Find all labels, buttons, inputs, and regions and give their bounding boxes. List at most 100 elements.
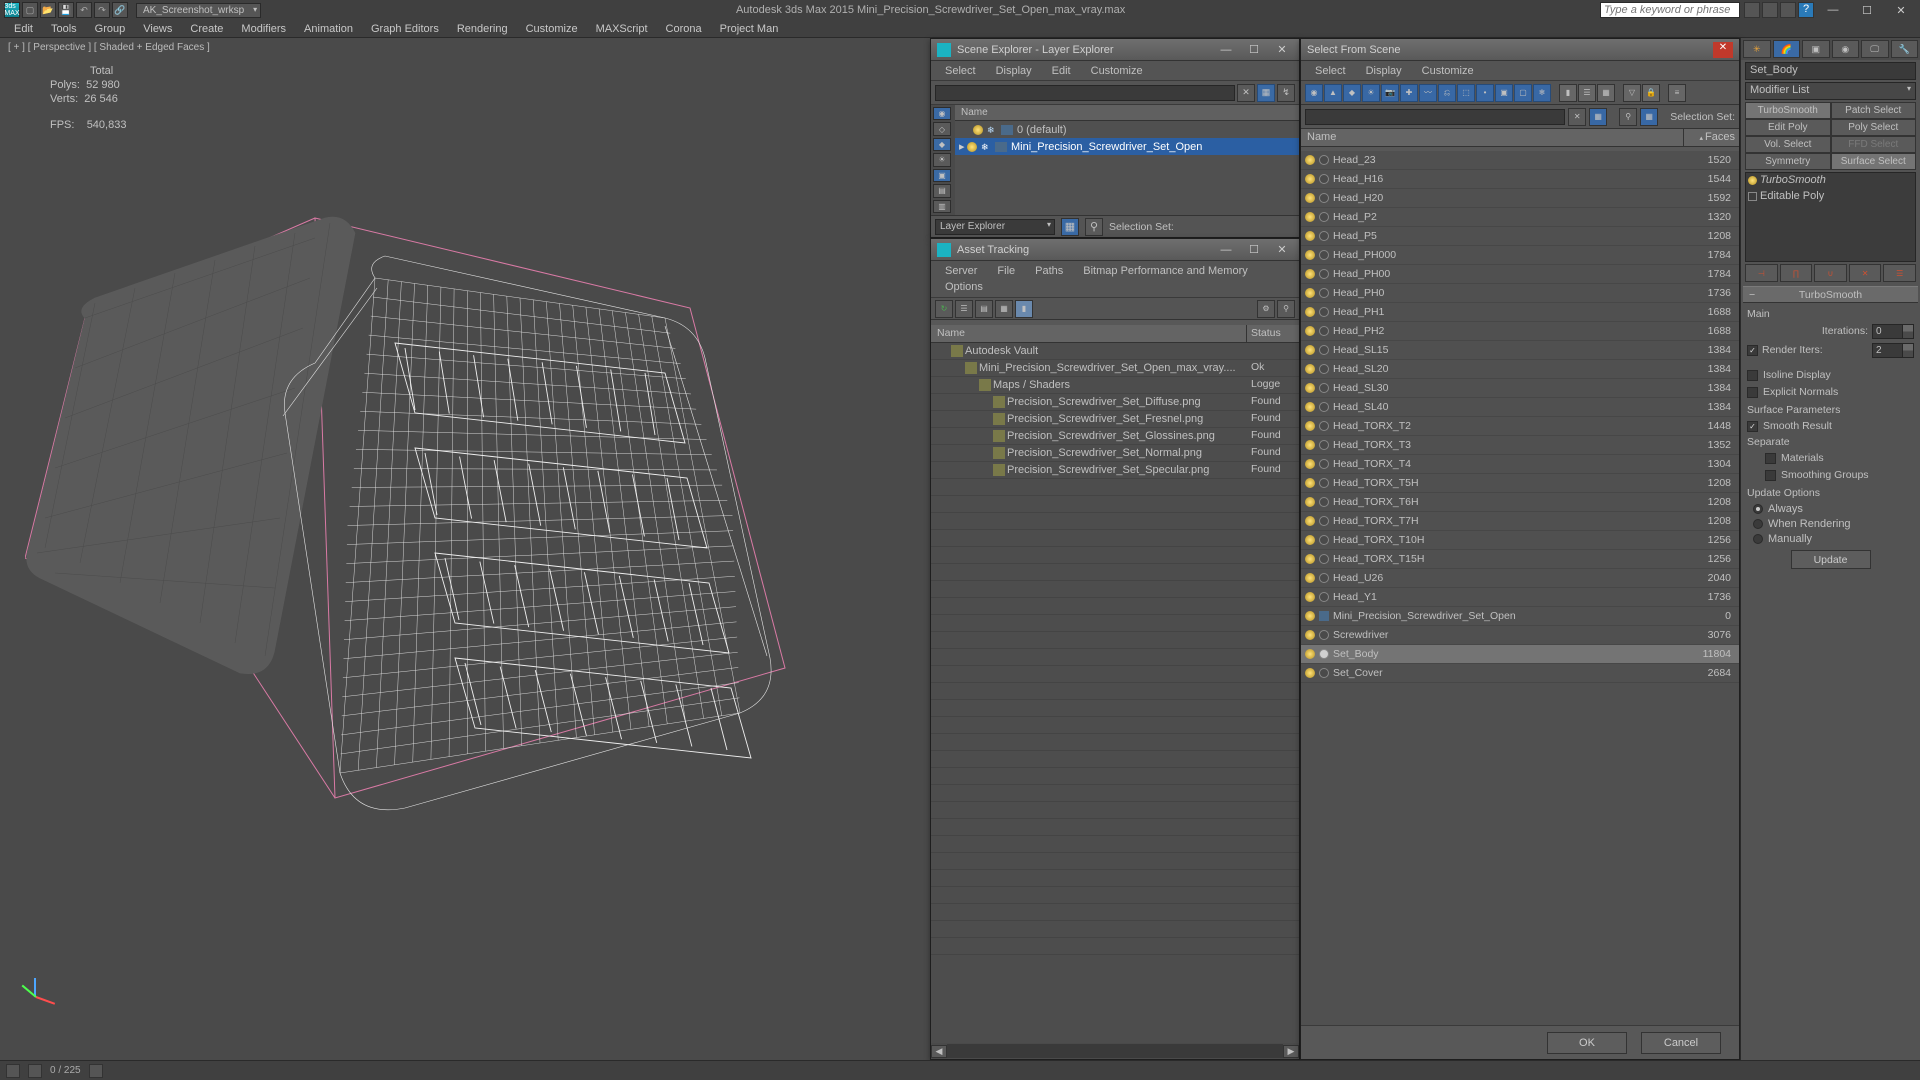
cancel-button[interactable]: Cancel [1641,1032,1721,1054]
visibility-icon[interactable] [1305,668,1315,678]
new-icon[interactable]: ▢ [22,2,38,18]
column-name[interactable]: Name [955,105,1299,121]
visibility-icon[interactable] [1305,307,1315,317]
highlight-icon[interactable]: ▮ [1015,300,1033,318]
visibility-icon[interactable] [1305,250,1315,260]
hierarchy-tab-icon[interactable]: ▣ [1802,40,1830,58]
menu-select[interactable]: Select [935,63,986,79]
workspace-dropdown[interactable]: AK_Screenshot_wrksp [136,3,261,18]
menu-group[interactable]: Group [87,21,134,37]
radio-render[interactable] [1753,519,1763,529]
object-row[interactable]: Head_U262040 [1301,569,1739,588]
select-dot[interactable] [1319,212,1329,222]
filter-container-icon[interactable]: ▢ [1514,84,1532,102]
visibility-icon[interactable] [1305,421,1315,431]
visibility-icon[interactable] [1748,176,1757,185]
visibility-icon[interactable] [1305,155,1315,165]
display-shapes-icon[interactable]: ◆ [933,138,951,151]
close-icon[interactable]: ✕ [1713,42,1733,58]
visibility-icon[interactable] [1305,649,1315,659]
menu-corona[interactable]: Corona [658,21,710,37]
menu-customize[interactable]: Customize [1081,63,1153,79]
display-row-icon[interactable]: ☰ [1578,84,1596,102]
filter-ik-icon[interactable]: ⬚ [1457,84,1475,102]
select-dot[interactable] [1319,269,1329,279]
menu-grapheditors[interactable]: Graph Editors [363,21,447,37]
scroll-left-icon[interactable]: ◀ [931,1045,947,1058]
redo-icon[interactable]: ↷ [94,2,110,18]
select-dot[interactable] [1319,155,1329,165]
visibility-icon[interactable] [1305,630,1315,640]
btn-polyselect[interactable]: Poly Select [1831,119,1917,136]
filter-all-icon[interactable]: ◉ [1305,84,1323,102]
menu-views[interactable]: Views [135,21,180,37]
expand-icon[interactable] [1748,192,1757,201]
display-tree-icon[interactable]: ▦ [1597,84,1615,102]
menu-options[interactable]: Options [935,279,993,295]
btn-symmetry[interactable]: Symmetry [1745,153,1831,170]
menu-paths[interactable]: Paths [1025,263,1073,279]
spinner-renderiters[interactable]: 2 [1872,343,1914,358]
btn-patchselect[interactable]: Patch Select [1831,102,1917,119]
menu-customize[interactable]: Customize [1412,63,1484,79]
object-row[interactable]: Head_TORX_T21448 [1301,417,1739,436]
asset-row[interactable]: Precision_Screwdriver_Set_Specular.pngFo… [931,462,1299,479]
object-row[interactable]: Head_PH001784 [1301,265,1739,284]
asset-row[interactable]: Precision_Screwdriver_Set_Glossines.pngF… [931,428,1299,445]
select-dot[interactable] [1319,630,1329,640]
select-dot[interactable] [1319,592,1329,602]
tool-b-icon[interactable]: ⚲ [1277,300,1295,318]
object-row[interactable]: Head_TORX_T41304 [1301,455,1739,474]
filter-point-icon[interactable]: • [1476,84,1494,102]
object-row[interactable]: Head_TORX_T5H1208 [1301,474,1739,493]
object-row[interactable]: Head_PH0001784 [1301,246,1739,265]
view-mode-icon[interactable]: ▦ [1257,84,1275,102]
select-dot[interactable] [1319,573,1329,583]
clear-icon[interactable]: ✕ [1237,84,1255,102]
btn-ffdselect[interactable]: FFD Select [1831,136,1917,153]
lock-icon[interactable]: ▦ [1061,218,1079,236]
visibility-icon[interactable] [1305,554,1315,564]
asset-row[interactable]: Mini_Precision_Screwdriver_Set_Open_max_… [931,360,1299,377]
object-row[interactable]: Head_TORX_T10H1256 [1301,531,1739,550]
menu-server[interactable]: Server [935,263,987,279]
visibility-icon[interactable] [967,142,977,152]
chk-explicit[interactable] [1747,387,1758,398]
filter-geom-icon[interactable]: ▲ [1324,84,1342,102]
view-icon[interactable]: ▦ [1589,108,1607,126]
visibility-icon[interactable] [1305,611,1315,621]
object-row[interactable]: Set_Body11804 [1301,645,1739,664]
object-name-field[interactable]: Set_Body [1745,62,1916,80]
pin-icon[interactable]: ⚲ [1085,218,1103,236]
visibility-icon[interactable] [1305,459,1315,469]
object-row[interactable]: Head_TORX_T15H1256 [1301,550,1739,569]
create-tab-icon[interactable]: ✳ [1743,40,1771,58]
time-config-icon[interactable] [6,1064,20,1078]
filter-xref-icon[interactable]: ▣ [1495,84,1513,102]
menu-customize[interactable]: Customize [518,21,586,37]
btn-surfselect[interactable]: Surface Select [1831,153,1917,170]
close-button[interactable]: ✕ [1886,4,1916,17]
undo-icon[interactable]: ↶ [76,2,92,18]
display-col-icon[interactable]: ▮ [1559,84,1577,102]
visibility-icon[interactable] [1305,402,1315,412]
object-row[interactable]: Head_P51208 [1301,227,1739,246]
object-row[interactable]: Head_SL151384 [1301,341,1739,360]
exchange-icon[interactable] [1762,2,1778,18]
motion-tab-icon[interactable]: ◉ [1832,40,1860,58]
menu-tools[interactable]: Tools [43,21,85,37]
object-row[interactable]: Screwdriver3076 [1301,626,1739,645]
table-icon[interactable]: ▦ [995,300,1013,318]
remove-mod-icon[interactable]: ✕ [1849,264,1882,282]
maximize-icon[interactable]: ☐ [1243,43,1265,56]
filter-light-icon[interactable]: ☀ [1362,84,1380,102]
menu-edit[interactable]: Edit [1042,63,1081,79]
select-dot[interactable] [1319,440,1329,450]
visibility-icon[interactable] [973,125,983,135]
object-row[interactable]: Head_PH01736 [1301,284,1739,303]
object-row[interactable]: Head_SL301384 [1301,379,1739,398]
select-dot[interactable] [1319,649,1329,659]
minimize-icon[interactable]: — [1215,44,1237,56]
save-icon[interactable]: 💾 [58,2,74,18]
object-row[interactable]: Set_Cover2684 [1301,664,1739,683]
